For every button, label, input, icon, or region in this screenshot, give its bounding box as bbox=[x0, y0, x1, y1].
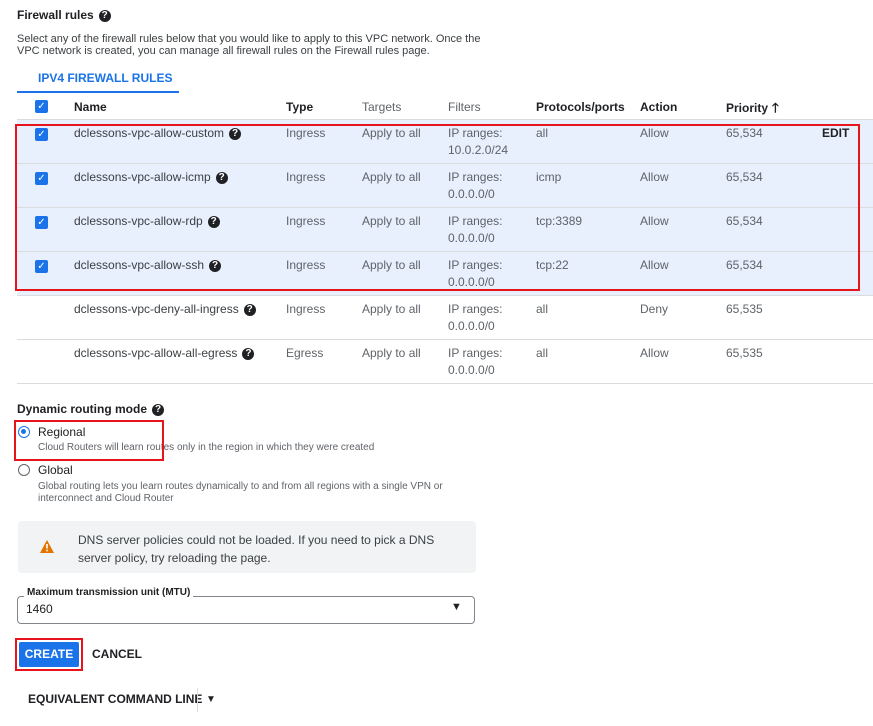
help-icon[interactable]: ? bbox=[242, 347, 255, 360]
cancel-button[interactable]: CANCEL bbox=[92, 642, 142, 667]
chevron-down-icon[interactable]: ▼ bbox=[451, 601, 462, 613]
rule-action: Deny bbox=[640, 302, 669, 316]
rule-name-cell: dclessons-vpc-deny-all-ingress? bbox=[74, 301, 256, 318]
global-description: Global routing lets you learn routes dyn… bbox=[38, 481, 443, 504]
help-icon[interactable]: ? bbox=[152, 403, 165, 416]
global-radio[interactable] bbox=[18, 464, 30, 476]
dns-warning-banner: DNS server policies could not be loaded.… bbox=[18, 521, 476, 573]
rule-name-cell: dclessons-vpc-allow-all-egress? bbox=[74, 345, 255, 362]
column-header-protocols[interactable]: Protocols/ports bbox=[536, 99, 625, 116]
rule-name: dclessons-vpc-allow-all-egress bbox=[74, 346, 238, 360]
table-header-row: ✓ Name Type Targets Filters Protocols/po… bbox=[17, 93, 873, 120]
select-all-checkbox[interactable]: ✓ bbox=[35, 100, 48, 113]
global-label[interactable]: Global bbox=[38, 463, 73, 477]
warning-icon bbox=[40, 540, 54, 553]
column-header-name[interactable]: Name bbox=[74, 99, 107, 116]
rule-action: Allow bbox=[640, 346, 669, 360]
help-icon[interactable]: ? bbox=[243, 303, 256, 316]
priority-label: Priority bbox=[726, 101, 769, 115]
rule-filters: IP ranges: 0.0.0.0/0 bbox=[448, 346, 503, 377]
help-icon[interactable]: ? bbox=[98, 9, 111, 22]
regional-highlight bbox=[14, 420, 164, 461]
column-header-priority[interactable]: Priority 🡑 bbox=[726, 99, 779, 117]
button-divider bbox=[197, 688, 198, 712]
table-row[interactable]: dclessons-vpc-allow-all-egress? Egress App… bbox=[17, 340, 873, 384]
dns-warning-text: DNS server policies could not be loaded.… bbox=[78, 533, 435, 565]
rule-protocols: all bbox=[536, 302, 549, 316]
rule-priority: 65,535 bbox=[726, 346, 763, 360]
selected-rules-highlight bbox=[15, 124, 860, 291]
routing-title-label: Dynamic routing mode bbox=[17, 402, 148, 416]
column-header-targets[interactable]: Targets bbox=[362, 99, 401, 116]
routing-mode-title: Dynamic routing mode? bbox=[17, 402, 165, 416]
rule-targets: Apply to all bbox=[362, 346, 421, 360]
column-header-type[interactable]: Type bbox=[286, 99, 313, 116]
mtu-value[interactable]: 1460 bbox=[26, 602, 53, 616]
mtu-label: Maximum transmission unit (MTU) bbox=[24, 587, 194, 598]
rule-filters: IP ranges: 0.0.0.0/0 bbox=[448, 302, 503, 333]
mtu-select[interactable] bbox=[17, 596, 475, 624]
column-header-filters[interactable]: Filters bbox=[448, 99, 528, 116]
rule-type: Egress bbox=[286, 346, 324, 360]
firewall-title: Firewall rules bbox=[17, 8, 94, 22]
firewall-description: Select any of the firewall rules below t… bbox=[17, 33, 481, 57]
rule-targets: Apply to all bbox=[362, 302, 421, 316]
chevron-down-icon[interactable]: ▼ bbox=[206, 694, 216, 705]
rule-protocols: all bbox=[536, 346, 549, 360]
rule-type: Ingress bbox=[286, 302, 326, 316]
table-row[interactable]: dclessons-vpc-deny-all-ingress? Ingress Ap… bbox=[17, 296, 873, 340]
create-button-highlight bbox=[15, 638, 83, 671]
firewall-section-title: Firewall rules? bbox=[17, 8, 111, 22]
equivalent-command-line-button[interactable]: EQUIVALENT COMMAND LINE bbox=[28, 692, 202, 706]
rule-name: dclessons-vpc-deny-all-ingress bbox=[74, 302, 239, 316]
tab-ipv4-firewall-rules[interactable]: IPV4 FIREWALL RULES bbox=[38, 71, 172, 85]
sort-ascending-icon[interactable]: 🡑 bbox=[772, 100, 779, 115]
rule-priority: 65,535 bbox=[726, 302, 763, 316]
column-header-action[interactable]: Action bbox=[640, 99, 677, 116]
